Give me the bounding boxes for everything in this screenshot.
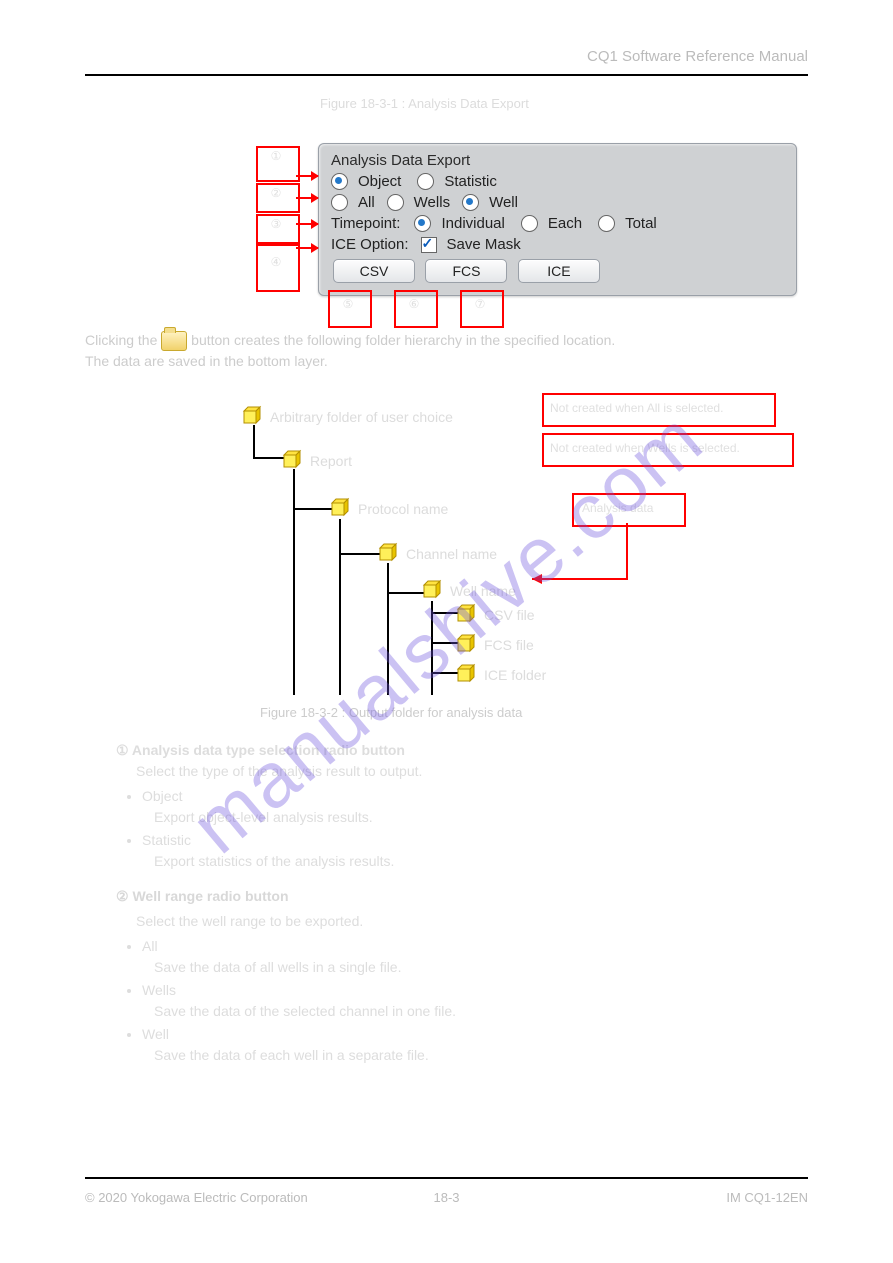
export-button-row: CSV FCS ICE [331,259,786,283]
csv-button[interactable]: CSV [333,259,415,283]
radio-each-label: Each [548,215,582,232]
callout-2-text: ② [256,187,296,200]
li-all-body: Save the data of all wells in a single f… [154,959,401,975]
ice-button[interactable]: ICE [518,259,600,283]
figure-1-caption: Figure 18-3-1 : Analysis Data Export [320,96,830,111]
row-timepoint: Timepoint: Individual Each Total [331,215,786,232]
timepoint-label: Timepoint: [331,215,400,232]
radio-total[interactable] [598,215,615,232]
li-well-title: Well [142,1026,169,1042]
radio-well-label: Well [489,194,518,211]
figure-2-caption: Figure 18-3-2 : Output folder for analys… [260,705,522,720]
radio-each[interactable] [521,215,538,232]
radio-all[interactable] [331,194,348,211]
folder-tree: Arbitrary folder of user choice Report P… [232,395,792,715]
sect1-no: ① [116,742,129,758]
radio-statistic[interactable] [417,173,434,190]
sect2-no: ② [116,888,129,904]
desc-line2: The data are saved in the bottom layer. [85,353,328,369]
check-savemask-label: Save Mask [447,236,521,253]
callout-2-arrow [296,197,318,199]
sect2-body: Select the well range to be exported. [136,911,808,932]
body-text: ① Analysis data type selection radio but… [116,740,808,1070]
radio-well[interactable] [462,194,479,211]
radio-individual[interactable] [414,215,431,232]
callout-7-text: ⑦ [460,298,500,311]
radio-statistic-label: Statistic [444,173,497,190]
li-object-title: Object [142,788,182,804]
description-block: Clicking the button creates the followin… [85,330,808,372]
callout-5-text: ⑤ [328,298,368,311]
desc-line1-pre: Clicking the [85,332,161,348]
callout-6-text: ⑥ [394,298,434,311]
analysis-data-export-panel: Analysis Data Export Object Statistic Al… [318,143,797,296]
row-datatype: Object Statistic [331,173,786,190]
radio-individual-label: Individual [441,215,504,232]
footer-docid: IM CQ1-12EN [726,1190,808,1205]
li-all-title: All [142,938,158,954]
li-wells-title: Wells [142,982,176,998]
li-statistic-body: Export statistics of the analysis result… [154,853,394,869]
sect1-body: Select the type of the analysis result t… [136,761,808,782]
li-wells-body: Save the data of the selected channel in… [154,1003,456,1019]
callout-3-text: ③ [256,218,296,231]
li-statistic-title: Statistic [142,832,191,848]
radio-all-label: All [358,194,375,211]
folder-icon [161,331,187,351]
desc-line1-post: button creates the following folder hier… [191,332,615,348]
iceoption-label: ICE Option: [331,236,409,253]
header-right: CQ1 Software Reference Manual [587,48,808,65]
radio-object[interactable] [331,173,348,190]
callout-1-text: ① [256,150,296,163]
callout-3-arrow [296,223,318,225]
callout-4-text: ④ [256,256,296,269]
callout-1-arrow [296,175,318,177]
radio-total-label: Total [625,215,657,232]
bottom-rule [85,1177,808,1179]
li-object-body: Export object-level analysis results. [154,809,373,825]
radio-wells[interactable] [387,194,404,211]
row-wellrange: All Wells Well [331,194,786,211]
sect1-title: Analysis data type selection radio butto… [129,742,405,758]
tree-note-arrow [232,395,792,715]
panel-title: Analysis Data Export [331,152,786,169]
footer-copyright: © 2020 Yokogawa Electric Corporation [85,1190,308,1205]
radio-wells-label: Wells [414,194,450,211]
fcs-button[interactable]: FCS [425,259,507,283]
li-well-body: Save the data of each well in a separate… [154,1047,429,1063]
callout-4-arrow [296,247,318,249]
footer-pageno: 18-3 [433,1190,459,1205]
top-rule [85,74,808,76]
row-iceoption: ICE Option: Save Mask [331,236,786,253]
radio-object-label: Object [358,173,401,190]
check-savemask[interactable] [421,237,437,253]
sect2-title: Well range radio button [129,888,289,904]
